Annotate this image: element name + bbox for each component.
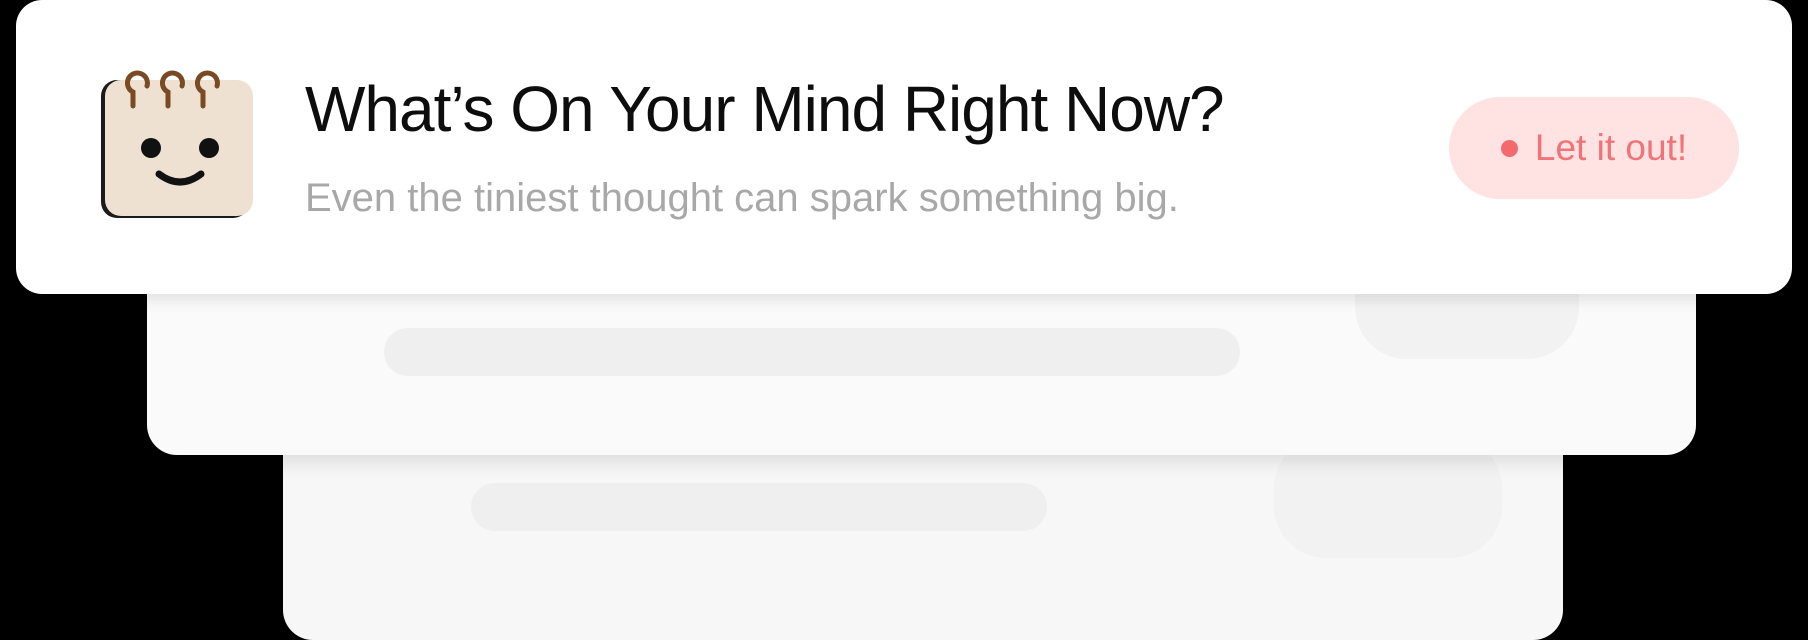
card-title: What’s On Your Mind Right Now? — [305, 73, 1225, 145]
placeholder-text-bar — [384, 328, 1240, 376]
dot-icon — [1500, 139, 1518, 157]
prompt-card: What’s On Your Mind Right Now? Even the … — [16, 0, 1792, 294]
card-subtitle: Even the tiniest thought can spark somet… — [305, 176, 1179, 220]
placeholder-text-bar — [471, 483, 1047, 531]
let-it-out-button[interactable]: Let it out! — [1449, 97, 1739, 199]
smiling-notebook-icon — [101, 70, 253, 218]
let-it-out-label: Let it out! — [1534, 127, 1688, 168]
